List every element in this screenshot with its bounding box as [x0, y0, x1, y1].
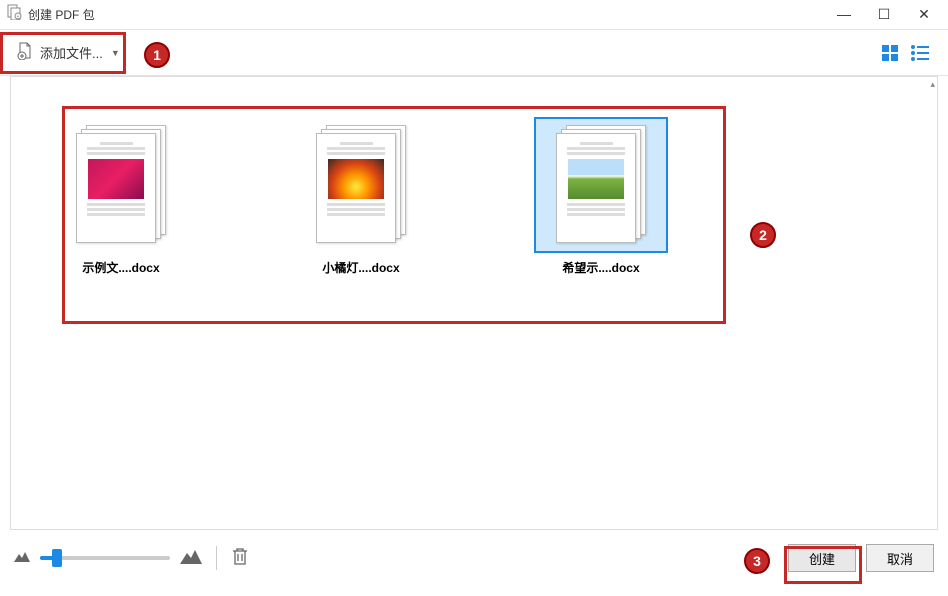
file-item[interactable]: 希望示....docx — [521, 117, 681, 276]
toolbar: 添加文件... ▼ — [0, 30, 948, 76]
file-thumbnail — [294, 117, 428, 253]
file-label: 小橘灯....docx — [322, 259, 399, 276]
minimize-button[interactable]: ― — [834, 6, 854, 23]
add-files-button[interactable]: 添加文件... ▼ — [8, 38, 128, 67]
file-thumbnail — [54, 117, 188, 253]
delete-button[interactable] — [231, 546, 249, 571]
create-button-label: 创建 — [809, 549, 835, 568]
divider — [216, 546, 217, 570]
cancel-button[interactable]: 取消 — [866, 544, 934, 572]
cancel-button-label: 取消 — [887, 549, 913, 568]
window-controls: ― ☐ ✕ — [834, 6, 942, 23]
maximize-button[interactable]: ☐ — [874, 6, 894, 23]
list-view-button[interactable] — [910, 43, 930, 63]
window-title: 创建 PDF 包 — [28, 6, 834, 23]
file-item[interactable]: 示例文....docx — [41, 117, 201, 276]
file-label: 示例文....docx — [82, 259, 159, 276]
app-icon: + — [6, 4, 22, 25]
grid-view-button[interactable] — [880, 43, 900, 63]
content-area: ▴ 示例文....docx — [10, 76, 938, 530]
svg-text:+: + — [17, 14, 20, 20]
slider-thumb[interactable] — [52, 549, 62, 567]
title-bar: + 创建 PDF 包 ― ☐ ✕ — [0, 0, 948, 30]
zoom-slider[interactable] — [40, 556, 170, 560]
scroll-up-icon[interactable]: ▴ — [930, 79, 935, 90]
dropdown-caret-icon: ▼ — [111, 48, 120, 58]
create-button[interactable]: 创建 — [788, 544, 856, 572]
add-file-icon — [16, 42, 34, 63]
file-item[interactable]: 小橘灯....docx — [281, 117, 441, 276]
zoom-in-icon[interactable] — [180, 548, 202, 569]
close-button[interactable]: ✕ — [914, 6, 934, 23]
file-thumbnail — [534, 117, 668, 253]
file-label: 希望示....docx — [562, 259, 639, 276]
footer: 创建 取消 — [0, 530, 948, 586]
zoom-out-icon[interactable] — [14, 549, 30, 567]
file-grid: 示例文....docx 小橘灯....docx — [11, 77, 937, 529]
add-files-label: 添加文件... — [40, 43, 103, 62]
